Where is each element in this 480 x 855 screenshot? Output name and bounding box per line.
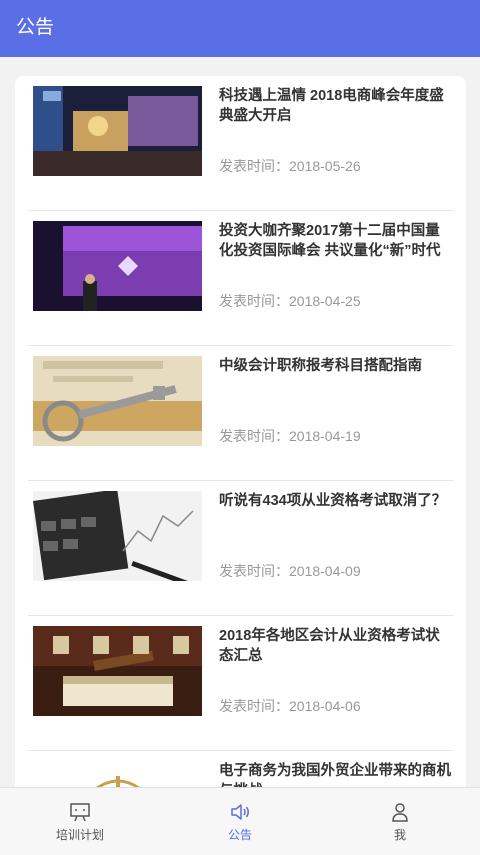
announcement-item[interactable]: 科技遇上温情 2018电商峰会年度盛典盛大开启 发表时间：2018-05-26 [28,76,453,211]
announcement-title[interactable]: 听说有434项从业资格考试取消了？ [219,491,454,511]
summit-speaker-image [33,221,202,311]
announcement-list[interactable]: 科技遇上温情 2018电商峰会年度盛典盛大开启 发表时间：2018-05-26 … [15,76,466,836]
user-icon [392,803,408,822]
announcement-title[interactable]: 科技遇上温情 2018电商峰会年度盛典盛大开启 [219,86,454,126]
tab-me-label: 我 [393,828,406,842]
tab-me[interactable]: 我 [320,788,480,855]
announcement-title[interactable]: 投资大咖齐聚2017第十二届中国量化投资国际峰会 共议量化“新”时代 [219,221,454,261]
conference-stage-image [33,86,202,176]
announcement-date: 发表时间：2018-05-26 [219,158,361,174]
announcement-item[interactable]: 投资大咖齐聚2017第十二届中国量化投资国际峰会 共议量化“新”时代 发表时间：… [28,211,453,346]
tab-announcements[interactable]: 公告 [160,788,320,855]
tab-training-plan[interactable]: 培训计划 [0,788,160,855]
key-on-paper-image [33,356,202,446]
announcement-date: 发表时间：2018-04-06 [219,698,361,714]
speaker-icon [231,804,249,820]
calculator-pen-image [33,491,202,581]
tab-announcements-label: 公告 [227,828,252,842]
bottom-tab-bar: 培训计划 公告 我 [0,787,480,855]
announcement-title[interactable]: 中级会计职称报考科目搭配指南 [219,356,454,376]
announcement-item[interactable]: 听说有434项从业资格考试取消了？ 发表时间：2018-04-09 [28,481,453,616]
books-gavel-image [33,626,202,716]
announcement-item[interactable]: 中级会计职称报考科目搭配指南 发表时间：2018-04-19 [28,346,453,481]
announcement-date: 发表时间：2018-04-09 [219,563,361,579]
presentation-icon [70,803,90,822]
announcement-date: 发表时间：2018-04-19 [219,428,361,444]
announcement-title[interactable]: 2018年各地区会计从业资格考试状态汇总 [219,626,454,666]
tab-training-plan-label: 培训计划 [55,828,104,842]
app-header: 公告 [0,0,480,57]
page-title: 公告 [16,17,55,38]
announcement-date: 发表时间：2018-04-25 [219,293,361,309]
announcement-card[interactable]: 科技遇上温情 2018电商峰会年度盛典盛大开启 发表时间：2018-05-26 … [15,76,466,836]
announcement-item[interactable]: 2018年各地区会计从业资格考试状态汇总 发表时间：2018-04-06 [28,616,453,751]
